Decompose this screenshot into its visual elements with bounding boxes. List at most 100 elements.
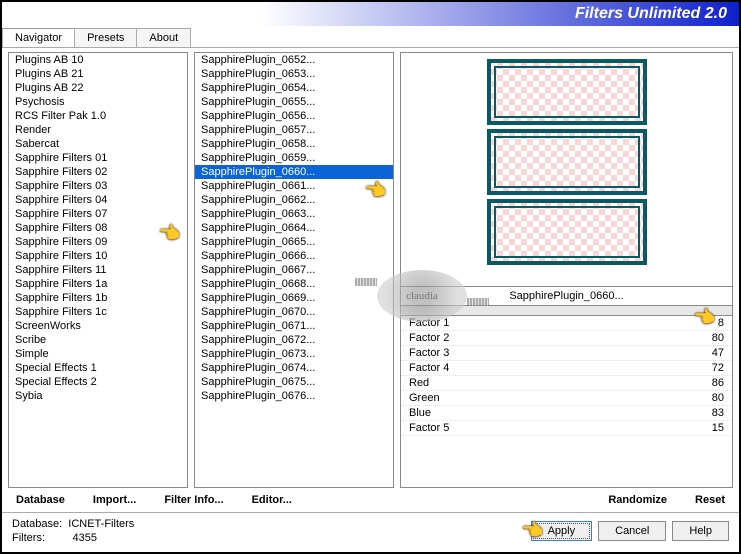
filter-item[interactable]: SapphirePlugin_0675... [195,375,393,389]
param-row[interactable]: Factor 1 8 [401,316,732,331]
param-value: 8 [718,317,724,329]
param-name: Factor 3 [409,347,449,359]
tab-presets[interactable]: Presets [74,28,137,47]
category-item[interactable]: Sybia [9,389,187,403]
filter-item[interactable]: SapphirePlugin_0669... [195,291,393,305]
param-name: Factor 2 [409,332,449,344]
tab-navigator[interactable]: Navigator [2,28,75,47]
db-value: ICNET-Filters [68,518,134,530]
filter-item[interactable]: SapphirePlugin_0662... [195,193,393,207]
category-item[interactable]: ScreenWorks [9,319,187,333]
right-panel: SapphirePlugin_0660... Factor 1 8 Factor 2… [400,52,733,488]
param-name: Red [409,377,429,389]
param-name: Factor 1 [409,317,449,329]
preview-pane [400,52,733,287]
category-item[interactable]: Plugins AB 10 [9,53,187,67]
preview-label: SapphirePlugin_0660... [400,287,733,306]
filter-item[interactable]: SapphirePlugin_0672... [195,333,393,347]
category-item[interactable]: Sapphire Filters 03 [9,179,187,193]
category-item[interactable]: Sapphire Filters 01 [9,151,187,165]
cancel-button[interactable]: Cancel [598,521,666,541]
category-item[interactable]: Special Effects 1 [9,361,187,375]
category-item[interactable]: Sabercat [9,137,187,151]
reset-link[interactable]: Reset [695,494,725,506]
import-link[interactable]: Import... [93,494,136,506]
category-item[interactable]: Sapphire Filters 02 [9,165,187,179]
filter-item[interactable]: SapphirePlugin_0659... [195,151,393,165]
param-value: 72 [712,362,724,374]
param-row[interactable]: Red86 [401,376,732,391]
footer: Database: ICNET-Filters Filters: 4355 Ap… [2,512,739,549]
category-item[interactable]: Sapphire Filters 11 [9,263,187,277]
filter-item[interactable]: SapphirePlugin_0663... [195,207,393,221]
command-bar: Database Import... Filter Info... Editor… [2,488,739,512]
param-row[interactable]: Green80 [401,391,732,406]
app-window: Filters Unlimited 2.0 Navigator Presets … [0,0,741,554]
param-name: Factor 4 [409,362,449,374]
spacer [320,494,580,506]
category-item[interactable]: Plugins AB 21 [9,67,187,81]
filter-item[interactable]: SapphirePlugin_0674... [195,361,393,375]
filter-info-link[interactable]: Filter Info... [164,494,223,506]
category-item[interactable]: Sapphire Filters 1a [9,277,187,291]
param-value: 47 [712,347,724,359]
preview-tile [487,129,647,195]
filter-item[interactable]: SapphirePlugin_0658... [195,137,393,151]
param-name: Factor 5 [409,422,449,434]
filter-item[interactable]: SapphirePlugin_0654... [195,81,393,95]
filter-item[interactable]: SapphirePlugin_0665... [195,235,393,249]
preview-tile [487,59,647,125]
param-row[interactable]: Factor 515 [401,421,732,436]
category-item[interactable]: Sapphire Filters 09 [9,235,187,249]
tab-about[interactable]: About [136,28,191,47]
filter-item[interactable]: SapphirePlugin_0661... [195,179,393,193]
category-list[interactable]: Plugins AB 10Plugins AB 21Plugins AB 22P… [8,52,188,488]
filter-item[interactable]: SapphirePlugin_0667... [195,263,393,277]
category-item[interactable]: Special Effects 2 [9,375,187,389]
category-item[interactable]: Simple [9,347,187,361]
filter-item[interactable]: SapphirePlugin_0655... [195,95,393,109]
category-item[interactable]: Sapphire Filters 07 [9,207,187,221]
divider [400,306,733,316]
filter-item[interactable]: SapphirePlugin_0660... [195,165,393,179]
param-row[interactable]: Blue83 [401,406,732,421]
filter-item[interactable]: SapphirePlugin_0653... [195,67,393,81]
category-item[interactable]: Plugins AB 22 [9,81,187,95]
footer-info: Database: ICNET-Filters Filters: 4355 [12,517,134,545]
filter-item[interactable]: SapphirePlugin_0656... [195,109,393,123]
database-link[interactable]: Database [16,494,65,506]
randomize-link[interactable]: Randomize [608,494,667,506]
filter-item[interactable]: SapphirePlugin_0668... [195,277,393,291]
filter-item[interactable]: SapphirePlugin_0671... [195,319,393,333]
category-item[interactable]: Render [9,123,187,137]
editor-link[interactable]: Editor... [252,494,292,506]
category-item[interactable]: Scribe [9,333,187,347]
param-row[interactable]: Factor 3 47 [401,346,732,361]
filter-item[interactable]: SapphirePlugin_0652... [195,53,393,67]
apply-button[interactable]: Apply [531,521,593,541]
preview-tile [487,199,647,265]
filter-list[interactable]: SapphirePlugin_0652...SapphirePlugin_065… [194,52,394,488]
title-bar: Filters Unlimited 2.0 [2,2,739,26]
filter-item[interactable]: SapphirePlugin_0670... [195,305,393,319]
category-item[interactable]: Psychosis [9,95,187,109]
filters-label: Filters: [12,532,45,544]
tab-strip: Navigator Presets About [2,28,739,48]
button-row: Apply Cancel Help [531,521,729,541]
category-item[interactable]: Sapphire Filters 1b [9,291,187,305]
filter-item[interactable]: SapphirePlugin_0676... [195,389,393,403]
help-button[interactable]: Help [672,521,729,541]
category-item[interactable]: Sapphire Filters 1c [9,305,187,319]
param-row[interactable]: Factor 4 72 [401,361,732,376]
parameter-list[interactable]: Factor 1 8 Factor 280Factor 3 47 Factor 4 72 R… [400,316,733,488]
category-item[interactable]: Sapphire Filters 04 [9,193,187,207]
param-value: 83 [712,407,724,419]
category-item[interactable]: Sapphire Filters 08 [9,221,187,235]
category-item[interactable]: Sapphire Filters 10 [9,249,187,263]
category-item[interactable]: RCS Filter Pak 1.0 [9,109,187,123]
filter-item[interactable]: SapphirePlugin_0673... [195,347,393,361]
filter-item[interactable]: SapphirePlugin_0657... [195,123,393,137]
filter-item[interactable]: SapphirePlugin_0664... [195,221,393,235]
param-row[interactable]: Factor 280 [401,331,732,346]
filter-item[interactable]: SapphirePlugin_0666... [195,249,393,263]
